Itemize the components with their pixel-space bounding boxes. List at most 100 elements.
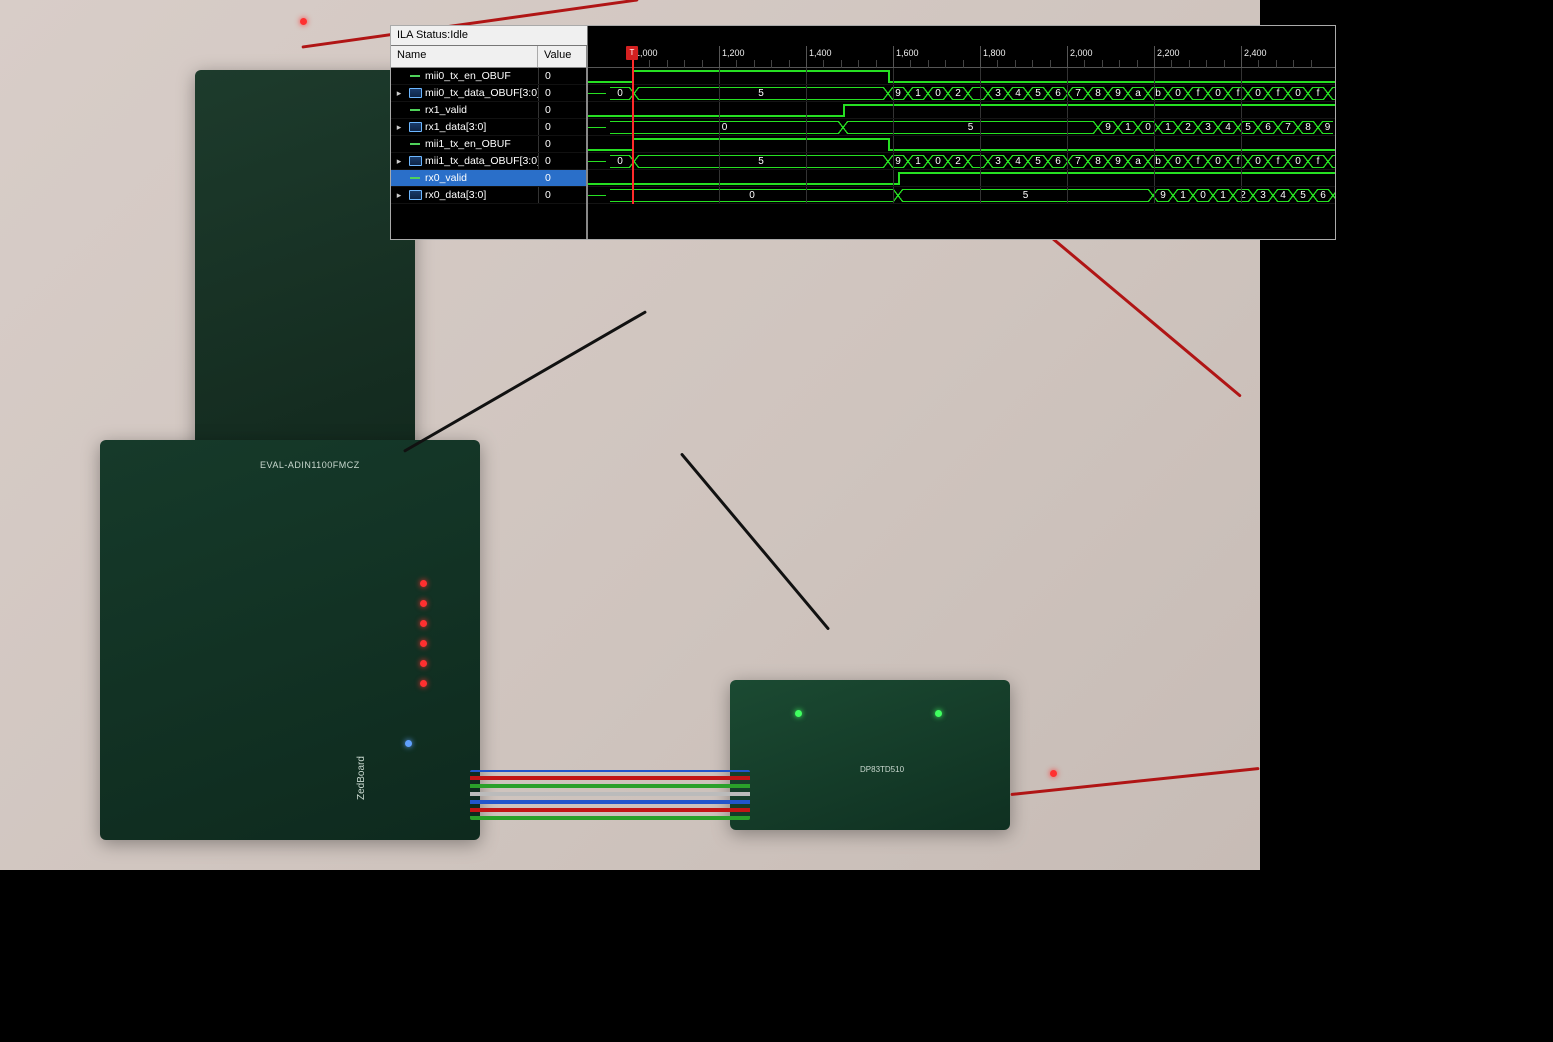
bus-transition-icon [1003, 87, 1013, 100]
signal-value: 0 [538, 170, 586, 186]
bus-transition-icon [1103, 155, 1113, 168]
bus-value-label: 0 [935, 88, 941, 99]
bus-transition-icon [1148, 189, 1158, 202]
signal-row-rx0_data30[interactable]: ▸rx0_data[3:0]0 [391, 187, 586, 204]
wave-lane-mii0-txen[interactable] [588, 68, 1335, 85]
wave-segment [588, 195, 606, 196]
bus-transition-icon [1243, 87, 1253, 100]
gridline [719, 136, 720, 152]
ruler-minor-tick [1032, 60, 1033, 68]
bus-value-label: 5 [758, 156, 764, 167]
gridline [1241, 85, 1242, 101]
bus-transition-icon [1263, 87, 1273, 100]
bus-transition-icon [1188, 189, 1198, 202]
bus-value-label: 1 [915, 156, 921, 167]
bus-transition-icon [1123, 155, 1133, 168]
expand-icon[interactable]: ▸ [393, 190, 405, 201]
gridline [719, 153, 720, 169]
wave-segment [632, 70, 888, 72]
bus-transition-icon [923, 87, 933, 100]
signal-name: mii1_tx_en_OBUF [425, 138, 538, 150]
bus-transition-icon [963, 155, 973, 168]
gridline [719, 119, 720, 135]
bus-transition-icon [1103, 87, 1113, 100]
led-icon [300, 18, 307, 25]
bus-transition-icon [883, 87, 893, 100]
wave-lane-mii1-txdata[interactable]: 0591023456789ab0f0f0f0f [588, 153, 1335, 170]
trigger-cursor[interactable] [632, 46, 634, 204]
bus-transition-icon [1243, 155, 1253, 168]
signal-row-rx1_valid[interactable]: rx1_valid0 [391, 102, 586, 119]
expand-icon[interactable]: ▸ [393, 156, 405, 167]
signal-value: 0 [538, 85, 586, 101]
wave-segment [588, 149, 632, 151]
signal-row-mii1_tx_en_obuf[interactable]: mii1_tx_en_OBUF0 [391, 136, 586, 153]
gridline [1154, 119, 1155, 135]
gridline [893, 85, 894, 101]
bus-transition-icon [1228, 189, 1238, 202]
col-header-name[interactable]: Name [391, 46, 538, 67]
wave-lane-rx0-data[interactable]: 05910123456 [588, 187, 1335, 204]
expand-icon[interactable]: ▸ [393, 122, 405, 133]
wave-lane-mii0-txdata[interactable]: 0591023456789ab0f0f0f0f [588, 85, 1335, 102]
wave-segment [588, 93, 606, 94]
ruler-minor-tick [1206, 60, 1207, 68]
bus-value-label: 4 [1015, 88, 1021, 99]
gridline [1154, 187, 1155, 203]
gridline [893, 136, 894, 152]
col-header-value[interactable]: Value [538, 46, 586, 67]
bus-value-label: f [1197, 156, 1200, 167]
board-label-adin: EVAL-ADIN1100FMCZ [260, 460, 360, 470]
wave-lane-mii1-txen[interactable] [588, 136, 1335, 153]
ruler-minor-tick [1171, 60, 1172, 68]
ruler-minor-tick [997, 60, 998, 68]
board-label-zed: ZedBoard [356, 756, 367, 800]
ruler-major-tick: 2,000 [1067, 46, 1093, 68]
signal-row-mii1_tx_data_obuf30[interactable]: ▸mii1_tx_data_OBUF[3:0]0 [391, 153, 586, 170]
bus-value-label: 6 [1320, 190, 1326, 201]
ruler-major-tick: 1,600 [893, 46, 919, 68]
bus-value-label: 8 [1095, 156, 1101, 167]
bus-transition-icon [1293, 121, 1303, 134]
time-ruler[interactable]: 1,0001,2001,4001,6001,8002,0002,2002,400 [588, 46, 1335, 68]
bus-transition-icon [903, 87, 913, 100]
gridline [1067, 187, 1068, 203]
ruler-minor-tick [736, 60, 737, 68]
signal-row-rx0_valid[interactable]: rx0_valid0 [391, 170, 586, 187]
signal-row-rx1_data30[interactable]: ▸rx1_data[3:0]0 [391, 119, 586, 136]
wave-segment [888, 149, 1335, 151]
bus-segment: 5 [847, 121, 1094, 134]
bit-signal-icon [408, 172, 422, 184]
bus-transition-icon [1328, 189, 1335, 202]
gridline [893, 119, 894, 135]
bus-segment: 9 [1322, 121, 1333, 134]
signal-row-mii0_tx_en_obuf[interactable]: mii0_tx_en_OBUF0 [391, 68, 586, 85]
gridline [893, 68, 894, 84]
wave-lane-rx1-valid[interactable] [588, 102, 1335, 119]
gridline [1241, 119, 1242, 135]
bus-value-label: 2 [955, 156, 961, 167]
wire [403, 310, 647, 453]
gridline [980, 170, 981, 186]
wave-lane-rx0-valid[interactable] [588, 170, 1335, 187]
ruler-major-tick: 1,800 [980, 46, 1006, 68]
bus-value-label: 1 [915, 88, 921, 99]
ila-wave-area[interactable]: 1,0001,2001,4001,6001,8002,0002,2002,400… [588, 46, 1335, 239]
gridline [1067, 170, 1068, 186]
bus-value-label: 0 [749, 190, 755, 201]
gridline [980, 136, 981, 152]
bus-value-label: 1 [1165, 122, 1171, 133]
ila-signal-header: Name Value [391, 46, 586, 68]
gridline [1241, 187, 1242, 203]
bus-transition-icon [1213, 121, 1223, 134]
led-icon [795, 710, 802, 717]
bus-segment: 0 [610, 189, 894, 202]
signal-row-mii0_tx_data_obuf30[interactable]: ▸mii0_tx_data_OBUF[3:0]0 [391, 85, 586, 102]
ruler-minor-tick [667, 60, 668, 68]
expand-icon[interactable]: ▸ [393, 88, 405, 99]
trigger-flag-icon[interactable]: T [626, 46, 638, 60]
bus-transition-icon [1023, 155, 1033, 168]
wave-lane-rx1-data[interactable]: 05910123456789 [588, 119, 1335, 136]
ruler-minor-tick [684, 60, 685, 68]
bus-value-label: 9 [1160, 190, 1166, 201]
